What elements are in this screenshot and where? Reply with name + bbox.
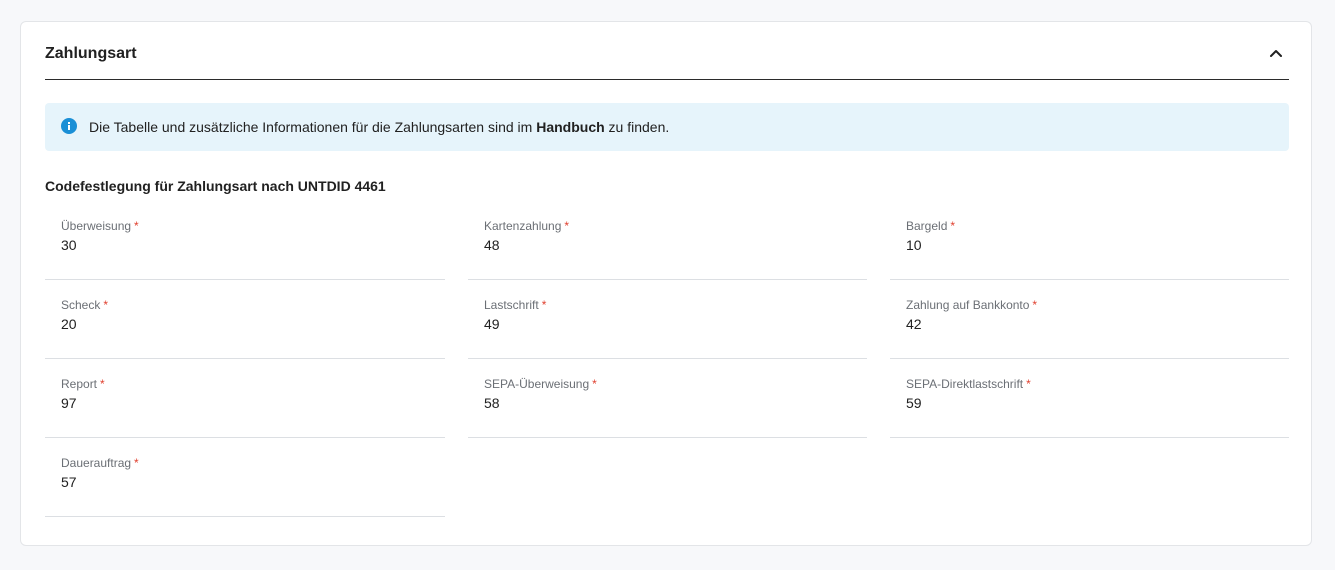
field-value[interactable]: 30 (61, 237, 77, 253)
required-marker: * (134, 219, 139, 233)
required-marker: * (950, 219, 956, 233)
required-marker: * (103, 298, 109, 312)
card-header[interactable]: Zahlungsart (45, 22, 1289, 80)
section-title: Zahlungsart (45, 45, 137, 62)
field-lastschrift[interactable]: Lastschrift * 49 (468, 297, 867, 359)
required-marker: * (134, 456, 139, 470)
field-value[interactable]: 20 (61, 316, 77, 332)
info-text: Die Tabelle und zusätzliche Informatione… (89, 119, 669, 135)
required-marker: * (592, 377, 597, 391)
field-label: Dauerauftrag * (61, 456, 139, 470)
field-value[interactable]: 48 (484, 237, 500, 253)
field-sepa-direktlastschrift[interactable]: SEPA-Direktlastschrift * 59 (890, 376, 1289, 438)
field-value[interactable]: 97 (61, 395, 77, 411)
field-kartenzahlung[interactable]: Kartenzahlung * 48 (468, 218, 867, 280)
field-dauerauftrag[interactable]: Dauerauftrag * 57 (45, 455, 445, 517)
field-label: Bargeld * (906, 219, 956, 233)
field-bargeld[interactable]: Bargeld * 10 (890, 218, 1289, 280)
required-marker: * (1026, 377, 1031, 391)
field-ueberweisung[interactable]: Überweisung * 30 (45, 218, 445, 280)
field-sepa-ueberweisung[interactable]: SEPA-Überweisung * 58 (468, 376, 867, 438)
field-scheck[interactable]: Scheck * 20 (45, 297, 445, 359)
info-text-before: Die Tabelle und zusätzliche Informatione… (89, 119, 537, 135)
field-value[interactable]: 59 (906, 395, 922, 411)
field-value[interactable]: 49 (484, 316, 500, 332)
required-marker: * (564, 219, 570, 233)
required-marker: * (541, 298, 547, 312)
field-label: Scheck * (61, 298, 109, 312)
field-report[interactable]: Report * 97 (45, 376, 445, 438)
field-label: Zahlung auf Bankkonto * (906, 298, 1038, 312)
info-icon (61, 118, 77, 134)
chevron-up-icon[interactable] (1267, 44, 1285, 62)
payment-method-card: Zahlungsart Die Tabelle und zusätzliche … (20, 21, 1312, 546)
required-marker: * (100, 377, 105, 391)
handbuch-link[interactable]: Handbuch (536, 119, 604, 135)
field-label: SEPA-Direktlastschrift * (906, 377, 1031, 391)
field-label: Report * (61, 377, 105, 391)
field-label: Kartenzahlung * (484, 219, 570, 233)
info-text-after: zu finden. (604, 119, 670, 135)
field-value[interactable]: 10 (906, 237, 922, 253)
field-value[interactable]: 58 (484, 395, 500, 411)
codes-title: Codefestlegung für Zahlungsart nach UNTD… (45, 178, 386, 194)
field-value[interactable]: 42 (906, 316, 922, 332)
info-banner: Die Tabelle und zusätzliche Informatione… (45, 103, 1289, 151)
field-zahlung-auf-bankkonto[interactable]: Zahlung auf Bankkonto * 42 (890, 297, 1289, 359)
field-label: Überweisung * (61, 219, 139, 233)
field-value[interactable]: 57 (61, 474, 77, 490)
required-marker: * (1032, 298, 1038, 312)
field-label: Lastschrift * (484, 298, 547, 312)
field-label: SEPA-Überweisung * (484, 377, 597, 391)
